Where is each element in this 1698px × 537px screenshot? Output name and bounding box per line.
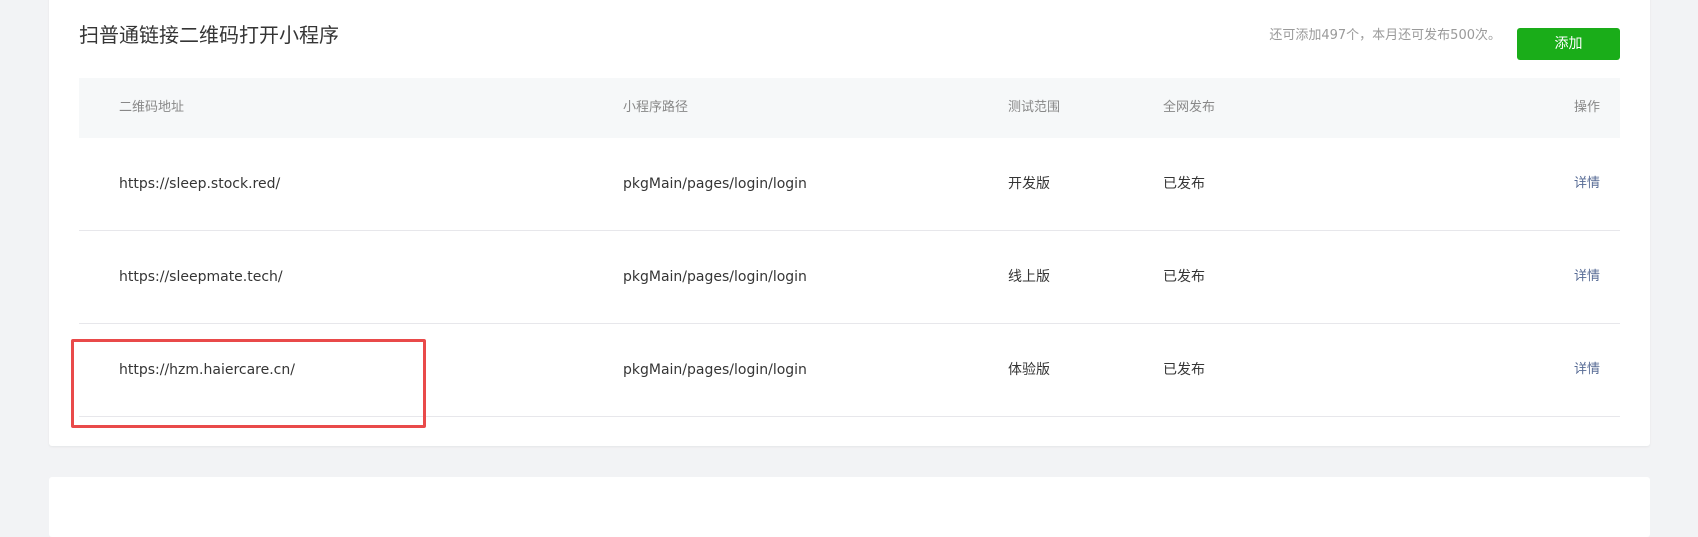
table-header: 二维码地址 小程序路径 测试范围 全网发布 操作: [79, 78, 1620, 138]
section-title: 扫普通链接二维码打开小程序: [79, 23, 339, 47]
publish-status-cell: 已发布: [1163, 176, 1205, 192]
table-row: https://sleepmate.tech/ pkgMain/pages/lo…: [79, 231, 1620, 324]
test-scope-cell: 体验版: [1008, 362, 1050, 378]
header-publish: 全网发布: [1163, 100, 1216, 115]
publish-status-cell: 已发布: [1163, 362, 1205, 378]
qr-link-panel: 扫普通链接二维码打开小程序 还可添加497个，本月还可发布500次。 添加 二维…: [49, 0, 1650, 446]
qr-address-cell: https://sleep.stock.red/: [119, 176, 281, 192]
header-qr-address: 二维码地址: [119, 100, 185, 115]
qr-rules-table: 二维码地址 小程序路径 测试范围 全网发布 操作 https://sleep.s…: [79, 78, 1620, 417]
next-panel: [49, 477, 1650, 537]
path-cell: pkgMain/pages/login/login: [623, 269, 807, 285]
quota-text: 还可添加497个，本月还可发布500次。: [1269, 28, 1501, 43]
qr-address-cell: https://hzm.haiercare.cn/: [119, 362, 295, 378]
add-button[interactable]: 添加: [1517, 28, 1620, 60]
details-link[interactable]: 详情: [1574, 324, 1600, 416]
test-scope-cell: 线上版: [1008, 269, 1050, 285]
header-path: 小程序路径: [623, 100, 689, 115]
table-row: https://hzm.haiercare.cn/ pkgMain/pages/…: [79, 324, 1620, 417]
details-link[interactable]: 详情: [1574, 231, 1600, 323]
path-cell: pkgMain/pages/login/login: [623, 362, 807, 378]
details-link[interactable]: 详情: [1574, 138, 1600, 230]
header-test-scope: 测试范围: [1008, 100, 1061, 115]
test-scope-cell: 开发版: [1008, 176, 1050, 192]
table-row: https://sleep.stock.red/ pkgMain/pages/l…: [79, 138, 1620, 231]
path-cell: pkgMain/pages/login/login: [623, 176, 807, 192]
header-action: 操作: [1573, 100, 1600, 115]
publish-status-cell: 已发布: [1163, 269, 1205, 285]
qr-address-cell: https://sleepmate.tech/: [119, 269, 283, 285]
